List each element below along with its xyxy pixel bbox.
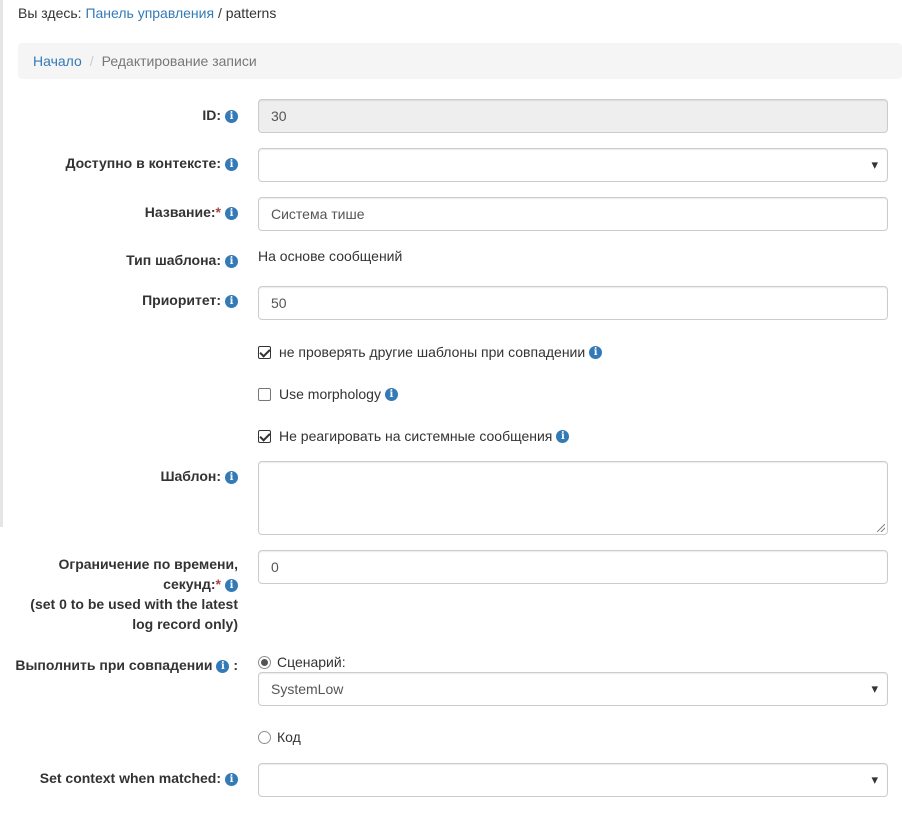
info-icon[interactable]: i [556,429,570,443]
type-value: На основе сообщений [258,248,403,264]
checkbox[interactable] [258,345,271,359]
info-icon[interactable]: i [216,660,230,673]
name-label-text: Название: [144,204,216,220]
location-current: patterns [225,5,277,21]
info-icon[interactable]: i [384,387,398,401]
time-limit-input[interactable]: 0 [258,550,888,584]
option-ignore-system-messages[interactable]: Не реагировать на системные сообщения i [258,425,570,447]
option-label: Use morphology [279,386,381,402]
scenario-radio[interactable] [258,655,271,669]
info-icon[interactable]: i [225,773,238,786]
control-panel-link[interactable]: Панель управления [85,5,214,21]
location-breadcrumb: Вы здесь: Панель управления / patterns [18,5,276,21]
info-icon[interactable]: i [225,110,238,123]
info-icon[interactable]: i [225,158,238,171]
type-label: Тип шаблона: i [126,249,238,271]
option-no-other-patterns[interactable]: не проверять другие шаблоны при совпаден… [258,341,603,363]
breadcrumb: Начало / Редактирование записи [18,43,902,79]
breadcrumb-active: Редактирование записи [101,53,257,69]
time-limit-note-line1: (set 0 to be used with the latest [30,596,238,612]
code-radio-option[interactable]: Код [258,726,301,748]
scenario-select[interactable]: SystemLow [258,672,888,706]
pattern-label-text: Шаблон: [160,468,221,484]
info-icon[interactable]: i [589,345,603,359]
time-limit-label: Ограничение по времени, секунд:* i (set 0… [30,554,238,634]
priority-input[interactable]: 50 [258,286,888,320]
id-field: 30 [258,99,888,133]
id-label-text: ID: [202,107,221,123]
context-select[interactable] [258,148,888,182]
type-label-text: Тип шаблона: [126,252,221,268]
set-context-select[interactable] [258,763,888,797]
location-separator: / [217,5,222,21]
pattern-textarea[interactable] [258,461,888,535]
code-radio-label: Код [277,729,301,745]
option-use-morphology[interactable]: Use morphology i [258,383,398,405]
priority-label-text: Приоритет: [142,292,221,308]
on-match-label-text: Выполнить при совпадении [15,657,213,673]
code-radio[interactable] [258,730,271,744]
time-limit-label-text: секунд: [163,576,216,592]
on-match-label: Выполнить при совпадении i : [15,654,238,676]
info-icon[interactable]: i [225,471,238,484]
location-prefix: Вы здесь: [18,5,82,21]
option-label: не проверять другие шаблоны при совпаден… [279,344,586,360]
set-context-label: Set context when matched: i [40,767,238,789]
scenario-radio-option[interactable]: Сценарий: [258,651,346,673]
option-label: Не реагировать на системные сообщения [279,428,553,444]
id-label: ID: i [202,104,238,126]
set-context-label-text: Set context when matched: [39,770,221,786]
name-label: Название:* i [145,201,238,223]
context-label: Доступно в контексте: i [65,152,238,174]
info-icon[interactable]: i [225,207,238,220]
required-mark: * [215,204,221,220]
breadcrumb-home-link[interactable]: Начало [33,53,82,69]
on-match-colon: : [233,657,238,673]
time-limit-label-line1: Ограничение по времени, [58,556,238,572]
breadcrumb-separator: / [89,53,94,69]
required-mark: * [215,576,221,592]
time-limit-note-line2: log record only) [132,616,238,632]
checkbox[interactable] [258,429,271,443]
checkbox[interactable] [258,387,271,401]
left-border [0,0,3,527]
info-icon[interactable]: i [225,295,238,308]
pattern-label: Шаблон: i [160,465,238,487]
time-limit-label-line2: секунд:* i [30,574,238,594]
info-icon[interactable]: i [225,255,238,268]
priority-label: Приоритет: i [142,289,238,311]
scenario-radio-label: Сценарий: [277,654,346,670]
info-icon[interactable]: i [225,579,238,592]
name-input[interactable]: Система тише [258,197,888,231]
context-label-text: Доступно в контексте: [65,155,221,171]
